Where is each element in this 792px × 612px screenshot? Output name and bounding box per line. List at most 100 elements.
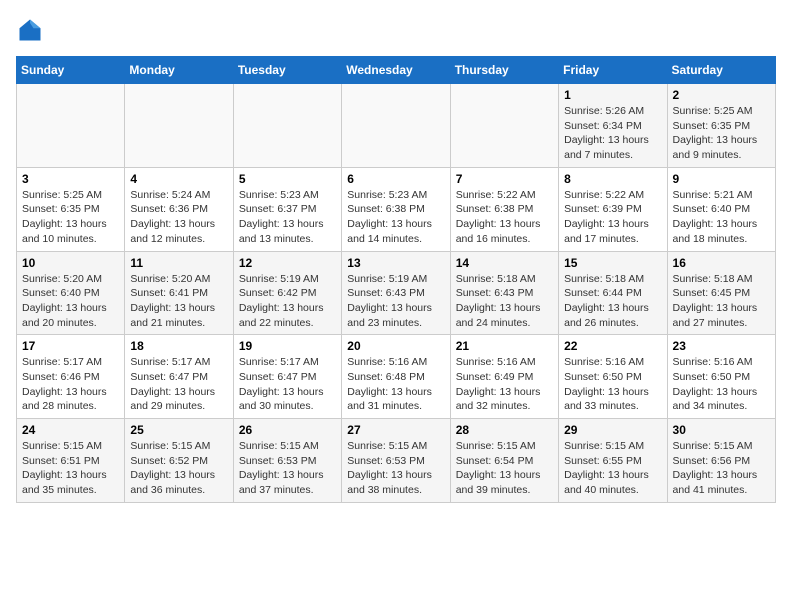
day-info-line: Sunset: 6:43 PM: [347, 286, 444, 301]
day-info-line: Sunrise: 5:23 AM: [239, 188, 336, 203]
day-info-line: Daylight: 13 hours and 12 minutes.: [130, 217, 227, 246]
day-info-line: Daylight: 13 hours and 36 minutes.: [130, 468, 227, 497]
logo-icon: [16, 16, 44, 44]
day-cell: 24Sunrise: 5:15 AMSunset: 6:51 PMDayligh…: [17, 419, 125, 503]
day-info-line: Sunset: 6:55 PM: [564, 454, 661, 469]
day-info-line: Sunset: 6:42 PM: [239, 286, 336, 301]
day-info-line: Sunset: 6:50 PM: [673, 370, 770, 385]
day-cell: 21 Sunrise: 5:16 AMSunset: 6:49 PMDayligh…: [450, 335, 558, 419]
day-info-line: Sunset: 6:44 PM: [564, 286, 661, 301]
week-row-4: 17Sunrise: 5:17 AMSunset: 6:46 PMDayligh…: [17, 335, 776, 419]
day-info-line: Sunset: 6:45 PM: [673, 286, 770, 301]
week-row-2: 3Sunrise: 5:25 AMSunset: 6:35 PMDaylight…: [17, 167, 776, 251]
day-info-line: Sunrise: 5:20 AM: [22, 272, 119, 287]
day-cell: 15Sunrise: 5:18 AMSunset: 6:44 PMDayligh…: [559, 251, 667, 335]
day-cell: 6Sunrise: 5:23 AMSunset: 6:38 PMDaylight…: [342, 167, 450, 251]
day-info-line: Sunset: 6:35 PM: [22, 202, 119, 217]
weekday-sunday: Sunday: [17, 57, 125, 84]
day-number: 11: [130, 256, 227, 270]
day-info-line: Daylight: 13 hours and 9 minutes.: [673, 133, 770, 162]
day-info-line: Sunset: 6:54 PM: [456, 454, 553, 469]
day-number: 9: [673, 172, 770, 186]
day-cell: 13Sunrise: 5:19 AMSunset: 6:43 PMDayligh…: [342, 251, 450, 335]
day-number: 20: [347, 339, 444, 353]
week-row-5: 24Sunrise: 5:15 AMSunset: 6:51 PMDayligh…: [17, 419, 776, 503]
day-number: 25: [130, 423, 227, 437]
day-info-line: Sunrise: 5:21 AM: [673, 188, 770, 203]
day-info-line: Sunset: 6:37 PM: [239, 202, 336, 217]
day-number: 30: [673, 423, 770, 437]
day-info-line: Daylight: 13 hours and 16 minutes.: [456, 217, 553, 246]
day-info-line: Sunrise: 5:23 AM: [347, 188, 444, 203]
day-info-line: Sunrise: 5:24 AM: [130, 188, 227, 203]
day-cell: 26Sunrise: 5:15 AMSunset: 6:53 PMDayligh…: [233, 419, 341, 503]
day-number: 3: [22, 172, 119, 186]
day-info-line: Daylight: 13 hours and 40 minutes.: [564, 468, 661, 497]
day-cell: 1Sunrise: 5:26 AMSunset: 6:34 PMDaylight…: [559, 84, 667, 168]
day-number: 21: [456, 339, 553, 353]
day-info-line: Daylight: 13 hours and 24 minutes.: [456, 301, 553, 330]
day-info-line: Sunset: 6:41 PM: [130, 286, 227, 301]
day-info-line: Daylight: 13 hours and 28 minutes.: [22, 385, 119, 414]
day-info-line: Daylight: 13 hours and 37 minutes.: [239, 468, 336, 497]
day-info-line: Sunset: 6:53 PM: [239, 454, 336, 469]
day-info-line: Daylight: 13 hours and 22 minutes.: [239, 301, 336, 330]
day-info-line: Daylight: 13 hours and 41 minutes.: [673, 468, 770, 497]
day-info-line: Sunrise: 5:15 AM: [22, 439, 119, 454]
weekday-wednesday: Wednesday: [342, 57, 450, 84]
day-info-line: Sunrise: 5:25 AM: [673, 104, 770, 119]
day-info-line: Sunset: 6:47 PM: [130, 370, 227, 385]
day-cell: 9Sunrise: 5:21 AMSunset: 6:40 PMDaylight…: [667, 167, 775, 251]
day-cell: 23Sunrise: 5:16 AMSunset: 6:50 PMDayligh…: [667, 335, 775, 419]
day-cell: [233, 84, 341, 168]
day-number: 18: [130, 339, 227, 353]
day-info-line: Sunrise: 5:15 AM: [130, 439, 227, 454]
day-number: 26: [239, 423, 336, 437]
weekday-header-row: SundayMondayTuesdayWednesdayThursdayFrid…: [17, 57, 776, 84]
day-number: 8: [564, 172, 661, 186]
day-info-line: Daylight: 13 hours and 30 minutes.: [239, 385, 336, 414]
day-info-line: Sunset: 6:47 PM: [239, 370, 336, 385]
day-info-line: Sunrise: 5:15 AM: [564, 439, 661, 454]
day-info-line: Sunset: 6:49 PM: [456, 370, 553, 385]
day-info-line: Sunset: 6:35 PM: [673, 119, 770, 134]
day-info-line: Daylight: 13 hours and 35 minutes.: [22, 468, 119, 497]
header: [16, 16, 776, 44]
day-info-line: Sunrise: 5:16 AM: [564, 355, 661, 370]
day-info-line: Sunrise: 5:20 AM: [130, 272, 227, 287]
day-cell: 16Sunrise: 5:18 AMSunset: 6:45 PMDayligh…: [667, 251, 775, 335]
day-info-line: Sunset: 6:38 PM: [456, 202, 553, 217]
day-number: 29: [564, 423, 661, 437]
day-cell: 25Sunrise: 5:15 AMSunset: 6:52 PMDayligh…: [125, 419, 233, 503]
day-cell: 14Sunrise: 5:18 AMSunset: 6:43 PMDayligh…: [450, 251, 558, 335]
day-info-line: Daylight: 13 hours and 18 minutes.: [673, 217, 770, 246]
day-info-line: Daylight: 13 hours and 21 minutes.: [130, 301, 227, 330]
day-info-line: Daylight: 13 hours and 14 minutes.: [347, 217, 444, 246]
day-info-line: Sunrise: 5:15 AM: [347, 439, 444, 454]
day-info-line: Daylight: 13 hours and 38 minutes.: [347, 468, 444, 497]
day-info-line: Sunset: 6:46 PM: [22, 370, 119, 385]
day-info-line: Daylight: 13 hours and 34 minutes.: [673, 385, 770, 414]
day-info-line: Sunrise: 5:16 AM: [456, 355, 553, 370]
day-cell: [342, 84, 450, 168]
day-number: 10: [22, 256, 119, 270]
day-info-line: Sunset: 6:38 PM: [347, 202, 444, 217]
day-info-line: Sunset: 6:51 PM: [22, 454, 119, 469]
day-info-line: Sunrise: 5:15 AM: [673, 439, 770, 454]
week-row-3: 10Sunrise: 5:20 AMSunset: 6:40 PMDayligh…: [17, 251, 776, 335]
day-number: 19: [239, 339, 336, 353]
day-info-line: Sunrise: 5:19 AM: [347, 272, 444, 287]
day-info-line: Daylight: 13 hours and 32 minutes.: [456, 385, 553, 414]
day-info-line: Sunrise: 5:26 AM: [564, 104, 661, 119]
day-number: 5: [239, 172, 336, 186]
week-row-1: 1Sunrise: 5:26 AMSunset: 6:34 PMDaylight…: [17, 84, 776, 168]
day-info-line: Sunset: 6:48 PM: [347, 370, 444, 385]
day-cell: 30Sunrise: 5:15 AMSunset: 6:56 PMDayligh…: [667, 419, 775, 503]
day-info-line: Sunset: 6:40 PM: [22, 286, 119, 301]
day-cell: 4Sunrise: 5:24 AMSunset: 6:36 PMDaylight…: [125, 167, 233, 251]
day-cell: 8Sunrise: 5:22 AMSunset: 6:39 PMDaylight…: [559, 167, 667, 251]
day-info-line: Sunrise: 5:18 AM: [456, 272, 553, 287]
day-cell: 10Sunrise: 5:20 AMSunset: 6:40 PMDayligh…: [17, 251, 125, 335]
day-info-line: Sunrise: 5:18 AM: [673, 272, 770, 287]
day-number: 2: [673, 88, 770, 102]
